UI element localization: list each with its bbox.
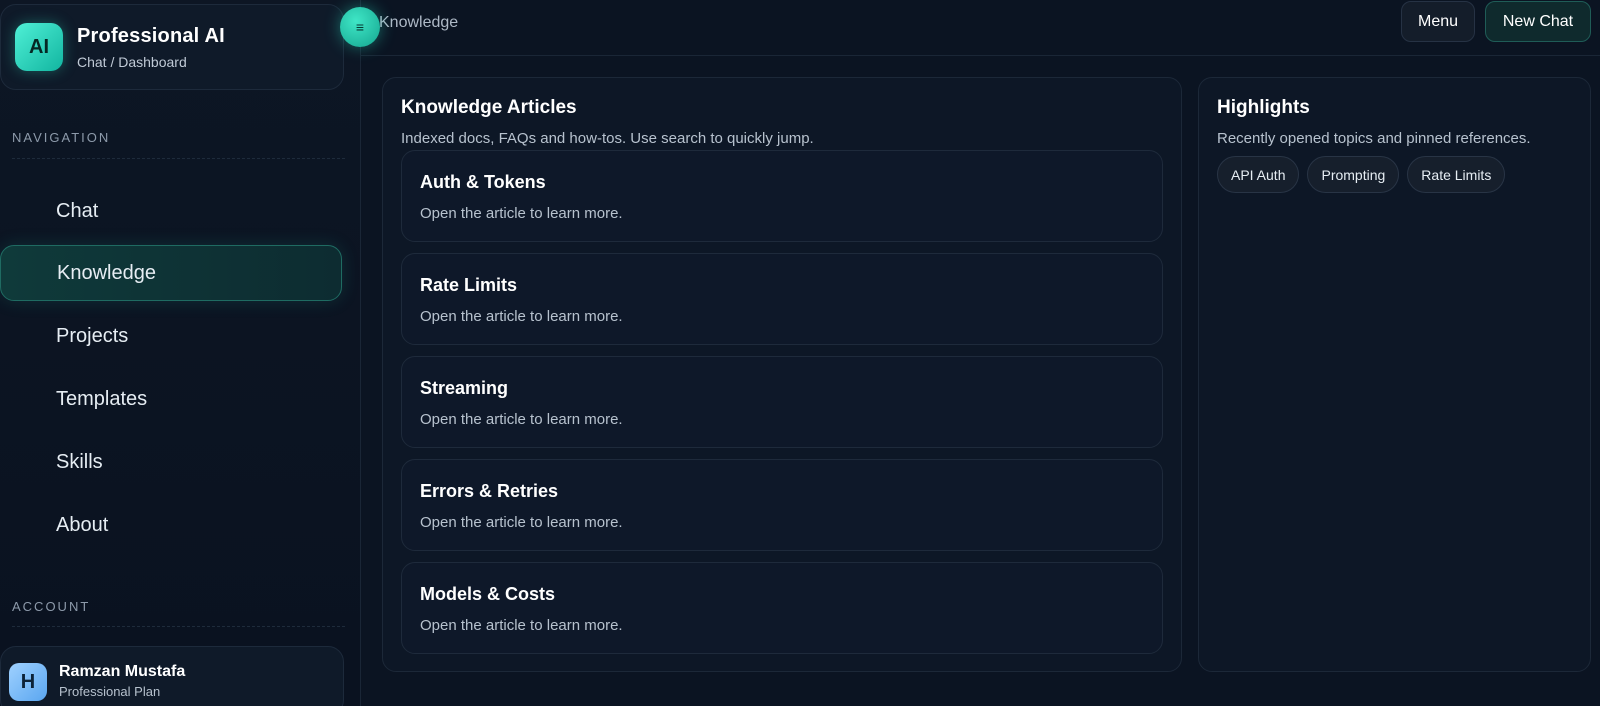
sidebar-item-skills[interactable]: Skills [0,434,342,490]
article-title: Rate Limits [420,275,518,295]
sidebar: AI Professional AI Chat / Dashboard NAVI… [0,0,361,706]
brand-text: Professional AI Chat / Dashboard [77,25,225,70]
knowledge-articles-panel: Knowledge Articles Indexed docs, FAQs an… [382,77,1182,672]
panel-title: Knowledge Articles [401,97,577,118]
article-title: Auth & Tokens [420,172,546,192]
article-title: Errors & Retries [420,481,559,501]
account-divider [12,626,345,627]
article-subtitle: Open the article to learn more. [420,308,623,325]
panel-title: Highlights [1217,97,1310,118]
menu-toggle-icon: ≡ [355,19,365,35]
sidebar-item-label: Chat [56,199,99,222]
brand-header: AI Professional AI Chat / Dashboard [0,4,344,90]
article-card-auth-tokens[interactable]: Auth & Tokens Open the article to learn … [401,150,1163,242]
article-subtitle: Open the article to learn more. [420,617,623,634]
sidebar-item-label: Skills [56,450,103,473]
navigation-section-label: NAVIGATION [12,130,111,145]
sidebar-item-label: Templates [56,387,148,410]
article-card-models-costs[interactable]: Models & Costs Open the article to learn… [401,562,1163,654]
article-subtitle: Open the article to learn more. [420,205,623,222]
sidebar-item-about[interactable]: About [0,497,342,553]
brand-logo: AI [15,23,63,71]
user-card[interactable]: H Ramzan Mustafa Professional Plan [0,646,344,706]
main-content: Knowledge Menu New Chat Knowledge Articl… [361,0,1600,706]
article-card-streaming[interactable]: Streaming Open the article to learn more… [401,356,1163,448]
navigation-divider [12,158,345,159]
sidebar-item-chat[interactable]: Chat [0,183,342,239]
article-card-rate-limits[interactable]: Rate Limits Open the article to learn mo… [401,253,1163,345]
chip-prompting[interactable]: Prompting [1307,156,1400,193]
account-section-label: ACCOUNT [12,599,91,614]
sidebar-toggle-button[interactable]: ≡ [340,7,380,47]
topbar: Knowledge Menu New Chat [361,0,1600,56]
article-title: Models & Costs [420,584,556,604]
article-subtitle: Open the article to learn more. [420,411,623,428]
article-card-errors-retries[interactable]: Errors & Retries Open the article to lea… [401,459,1163,551]
user-name: Ramzan Mustafa [59,663,186,680]
new-chat-button[interactable]: New Chat [1485,1,1591,42]
sidebar-item-label: Knowledge [57,261,156,284]
user-plan: Professional Plan [59,684,161,699]
sidebar-item-knowledge[interactable]: Knowledge [0,245,342,301]
highlight-chips: API Auth Prompting Rate Limits [1217,156,1506,193]
breadcrumb: Knowledge [379,14,459,31]
user-info: Ramzan Mustafa Professional Plan [59,663,185,699]
chip-api-auth[interactable]: API Auth [1217,156,1300,193]
panel-description: Recently opened topics and pinned refere… [1217,130,1531,147]
article-title: Streaming [420,378,509,398]
menu-button[interactable]: Menu [1401,1,1475,42]
panel-description: Indexed docs, FAQs and how-tos. Use sear… [401,130,814,147]
brand-subtitle: Chat / Dashboard [77,53,187,70]
chip-rate-limits[interactable]: Rate Limits [1407,156,1506,193]
highlights-panel: Highlights Recently opened topics and pi… [1198,77,1591,672]
sidebar-item-label: About [56,513,109,536]
sidebar-item-projects[interactable]: Projects [0,308,342,364]
sidebar-item-templates[interactable]: Templates [0,371,342,427]
avatar: H [9,663,47,701]
brand-title: Professional AI [77,24,225,47]
article-subtitle: Open the article to learn more. [420,514,623,531]
sidebar-item-label: Projects [56,324,129,347]
app-root: AI Professional AI Chat / Dashboard NAVI… [0,0,1600,706]
